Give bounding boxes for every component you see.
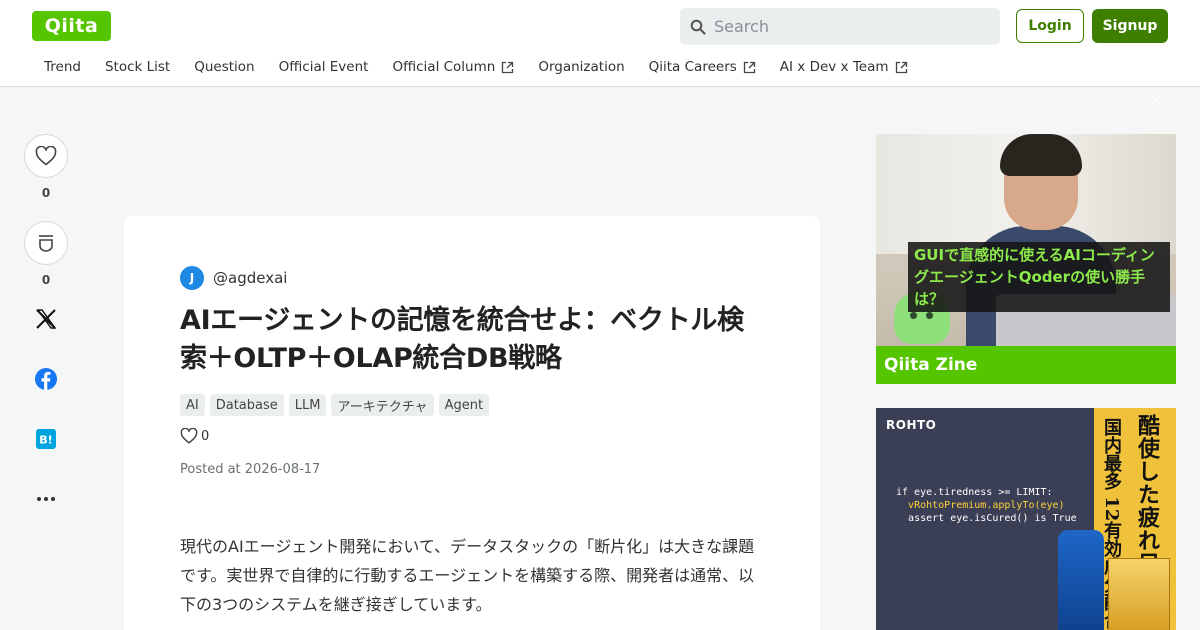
article-body: 現代のAIエージェント開発において、データスタックの「断片化」は大きな課題です。… bbox=[180, 537, 755, 614]
external-link-icon bbox=[743, 61, 755, 73]
social-actions: 0 0 B! bbox=[24, 134, 68, 521]
tag-list: AI Database LLM アーキテクチャ Agent bbox=[180, 394, 494, 416]
x-icon bbox=[36, 309, 57, 329]
article-title: AIエージェントの記憶を統合せよ：ベクトル検索＋OLTP＋OLAP統合DB戦略 bbox=[180, 305, 744, 374]
stock-count: 0 bbox=[41, 273, 51, 287]
share-hatena-button[interactable]: B! bbox=[24, 417, 68, 461]
nav-item-organization[interactable]: Organization bbox=[526, 59, 636, 75]
qiita-zine-ad[interactable]: GUIで直感的に使えるAIコーディングエージェントQoderの使い勝手は？ Qi… bbox=[876, 134, 1176, 384]
hatena-bookmark-icon: B! bbox=[36, 429, 56, 449]
tag-database[interactable]: Database bbox=[209, 394, 284, 416]
nav-item-question[interactable]: Question bbox=[182, 59, 266, 75]
site-header: Qiita Login Signup Trend Stock List Ques… bbox=[0, 0, 1200, 87]
search-icon bbox=[690, 19, 706, 35]
external-link-icon bbox=[502, 61, 514, 73]
rohto-ad[interactable]: ROHTO if eye.tiredness >= LIMIT: vRohtoP… bbox=[876, 408, 1176, 630]
stock-icon bbox=[39, 235, 53, 252]
tag-architecture[interactable]: アーキテクチャ bbox=[331, 394, 434, 416]
search-box[interactable] bbox=[680, 8, 1000, 45]
inline-like-number: 0 bbox=[201, 428, 210, 444]
share-x-button[interactable] bbox=[24, 297, 68, 341]
facebook-icon bbox=[35, 368, 57, 390]
like-count: 0 bbox=[41, 186, 51, 200]
like-button[interactable] bbox=[24, 134, 68, 178]
nav-item-trend[interactable]: Trend bbox=[32, 59, 93, 75]
ad-caption: GUIで直感的に使えるAIコーディングエージェントQoderの使い勝手は？ bbox=[908, 242, 1170, 312]
ad-code-snippet: if eye.tiredness >= LIMIT: vRohtoPremium… bbox=[896, 487, 1077, 524]
nav-item-qiita-careers[interactable]: Qiita Careers bbox=[637, 59, 768, 75]
ad-person-hair bbox=[1000, 134, 1082, 176]
heart-icon bbox=[180, 428, 198, 444]
nav-item-official-event[interactable]: Official Event bbox=[267, 59, 381, 75]
posted-date: Posted at 2026-08-17 bbox=[180, 462, 321, 477]
share-facebook-button[interactable] bbox=[24, 357, 68, 401]
article-card: J @agdexai AIエージェントの記憶を統合せよ：ベクトル検索＋OLTP＋… bbox=[124, 216, 820, 630]
qiita-zine-logo: Qiita Zine bbox=[884, 355, 978, 375]
author-info[interactable]: J @agdexai bbox=[180, 266, 287, 290]
ad-brand-bar: Qiita Zine bbox=[876, 346, 1176, 384]
inline-like-count[interactable]: 0 bbox=[180, 428, 209, 444]
qiita-logo[interactable]: Qiita bbox=[32, 11, 111, 41]
svg-text:B!: B! bbox=[39, 434, 52, 447]
tag-agent[interactable]: Agent bbox=[438, 394, 490, 416]
ad-product-box bbox=[1108, 558, 1170, 630]
main-nav: Trend Stock List Question Official Event… bbox=[32, 55, 920, 79]
login-button[interactable]: Login bbox=[1016, 9, 1084, 43]
ad-close-icon[interactable]: ✕ bbox=[1150, 94, 1162, 110]
more-options-button[interactable] bbox=[24, 477, 68, 521]
nav-item-ai-dev-team[interactable]: AI x Dev x Team bbox=[768, 59, 920, 75]
author-avatar[interactable]: J bbox=[180, 266, 204, 290]
tag-llm[interactable]: LLM bbox=[288, 394, 327, 416]
ad-product-bottle bbox=[1058, 530, 1104, 630]
heart-icon bbox=[35, 146, 57, 166]
tag-ai[interactable]: AI bbox=[180, 394, 205, 416]
signup-button[interactable]: Signup bbox=[1092, 9, 1168, 43]
stock-button[interactable] bbox=[24, 221, 68, 265]
nav-item-stock-list[interactable]: Stock List bbox=[93, 59, 182, 75]
rohto-logo: ROHTO bbox=[886, 418, 937, 432]
nav-item-official-column[interactable]: Official Column bbox=[380, 59, 526, 75]
author-name[interactable]: @agdexai bbox=[213, 269, 287, 287]
more-icon bbox=[37, 497, 55, 501]
external-link-icon bbox=[895, 61, 907, 73]
search-input[interactable] bbox=[714, 17, 984, 36]
